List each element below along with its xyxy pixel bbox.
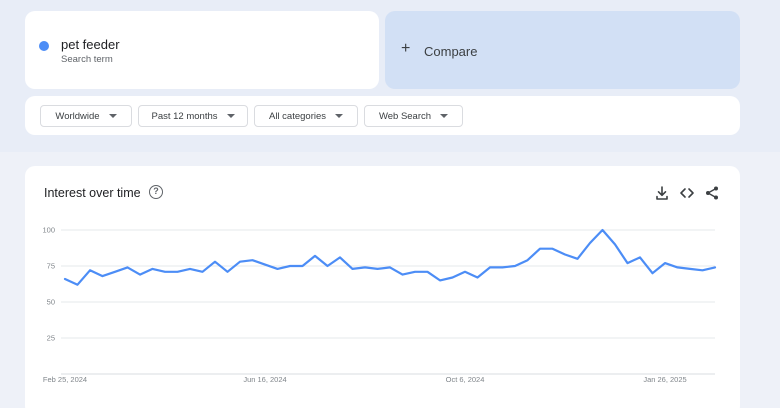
data-point[interactable] <box>650 270 656 276</box>
y-tick-label: 75 <box>47 262 55 271</box>
filter-category-dropdown[interactable]: All categories <box>254 105 358 127</box>
data-point[interactable] <box>287 263 293 269</box>
filter-category-label: All categories <box>268 110 327 122</box>
data-point[interactable] <box>412 269 418 275</box>
data-point[interactable] <box>675 264 681 270</box>
data-point[interactable] <box>475 275 481 281</box>
data-point[interactable] <box>387 264 393 270</box>
data-point[interactable] <box>200 269 206 275</box>
x-tick-label: Feb 25, 2024 <box>43 375 87 384</box>
data-point[interactable] <box>450 275 456 281</box>
data-point[interactable] <box>462 269 468 275</box>
data-point[interactable] <box>425 269 431 275</box>
caret-down-icon <box>335 114 344 118</box>
search-term-card[interactable]: pet feeder Search term <box>25 11 379 89</box>
interest-line-chart: 25 50 75 100 Feb 25, 2024 Jun 16, 2024 Oct 6, … <box>42 226 718 384</box>
data-point[interactable] <box>300 263 306 269</box>
data-point[interactable] <box>437 277 443 283</box>
data-point[interactable] <box>625 260 631 266</box>
data-point[interactable] <box>487 264 493 270</box>
data-point[interactable] <box>712 264 718 270</box>
plus-icon: + <box>401 40 411 57</box>
term-color-dot <box>39 41 49 51</box>
data-point[interactable] <box>150 266 156 272</box>
filter-bar: Worldwide Past 12 months All categories … <box>25 96 740 135</box>
compare-label: Compare <box>424 44 478 59</box>
data-point[interactable] <box>350 266 356 272</box>
data-point[interactable] <box>512 263 518 269</box>
data-point[interactable] <box>325 263 331 269</box>
data-point[interactable] <box>587 240 593 246</box>
data-point[interactable] <box>225 269 231 275</box>
data-point[interactable] <box>537 246 543 252</box>
data-point[interactable] <box>262 262 268 268</box>
caret-down-icon <box>440 114 449 118</box>
data-point[interactable] <box>212 259 218 265</box>
data-point[interactable] <box>137 272 143 278</box>
series-line-pet-feeder[interactable] <box>63 228 717 286</box>
y-tick-label: 100 <box>42 226 55 235</box>
data-point[interactable] <box>312 253 318 259</box>
data-point[interactable] <box>400 272 406 278</box>
y-tick-label: 50 <box>47 298 55 307</box>
filter-region-dropdown[interactable]: Worldwide <box>40 105 132 127</box>
data-point[interactable] <box>187 266 193 272</box>
data-point[interactable] <box>112 269 118 275</box>
data-point[interactable] <box>562 251 568 257</box>
data-point[interactable] <box>525 257 531 263</box>
filter-time-label: Past 12 months <box>151 110 218 122</box>
caret-down-icon <box>226 114 235 118</box>
x-tick-label: Jun 16, 2024 <box>243 375 286 384</box>
search-term-subtitle: Search term <box>61 54 113 65</box>
x-tick-label: Oct 6, 2024 <box>446 375 485 384</box>
data-point[interactable] <box>100 273 106 279</box>
data-point[interactable] <box>237 259 243 265</box>
data-point[interactable] <box>275 266 281 272</box>
compare-button[interactable]: + Compare <box>385 11 740 89</box>
data-point[interactable] <box>375 266 381 272</box>
filter-region-label: Worldwide <box>55 110 100 122</box>
filter-property-label: Web Search <box>378 110 432 122</box>
data-point[interactable] <box>162 269 168 275</box>
data-point[interactable] <box>500 264 506 270</box>
data-point[interactable] <box>687 266 693 272</box>
data-point[interactable] <box>75 282 81 288</box>
data-point[interactable] <box>87 267 93 273</box>
y-tick-label: 25 <box>47 334 55 343</box>
filter-time-dropdown[interactable]: Past 12 months <box>138 105 248 127</box>
data-point[interactable] <box>175 269 181 275</box>
data-point[interactable] <box>600 227 606 233</box>
caret-down-icon <box>108 114 117 118</box>
data-point[interactable] <box>337 254 343 260</box>
data-point[interactable] <box>550 246 556 252</box>
filter-property-dropdown[interactable]: Web Search <box>364 105 463 127</box>
data-point[interactable] <box>125 264 131 270</box>
data-point[interactable] <box>62 276 68 282</box>
data-point[interactable] <box>575 256 581 262</box>
data-point[interactable] <box>700 267 706 273</box>
data-point[interactable] <box>637 254 643 260</box>
search-term-name[interactable]: pet feeder <box>61 37 120 52</box>
interest-over-time-card: Interest over time ? 25 50 75 100 Feb 25, 20… <box>25 166 740 408</box>
data-point[interactable] <box>362 264 368 270</box>
data-point[interactable] <box>250 257 256 263</box>
x-tick-label: Jan 26, 2025 <box>643 375 686 384</box>
data-point[interactable] <box>612 241 618 247</box>
data-point[interactable] <box>662 260 668 266</box>
